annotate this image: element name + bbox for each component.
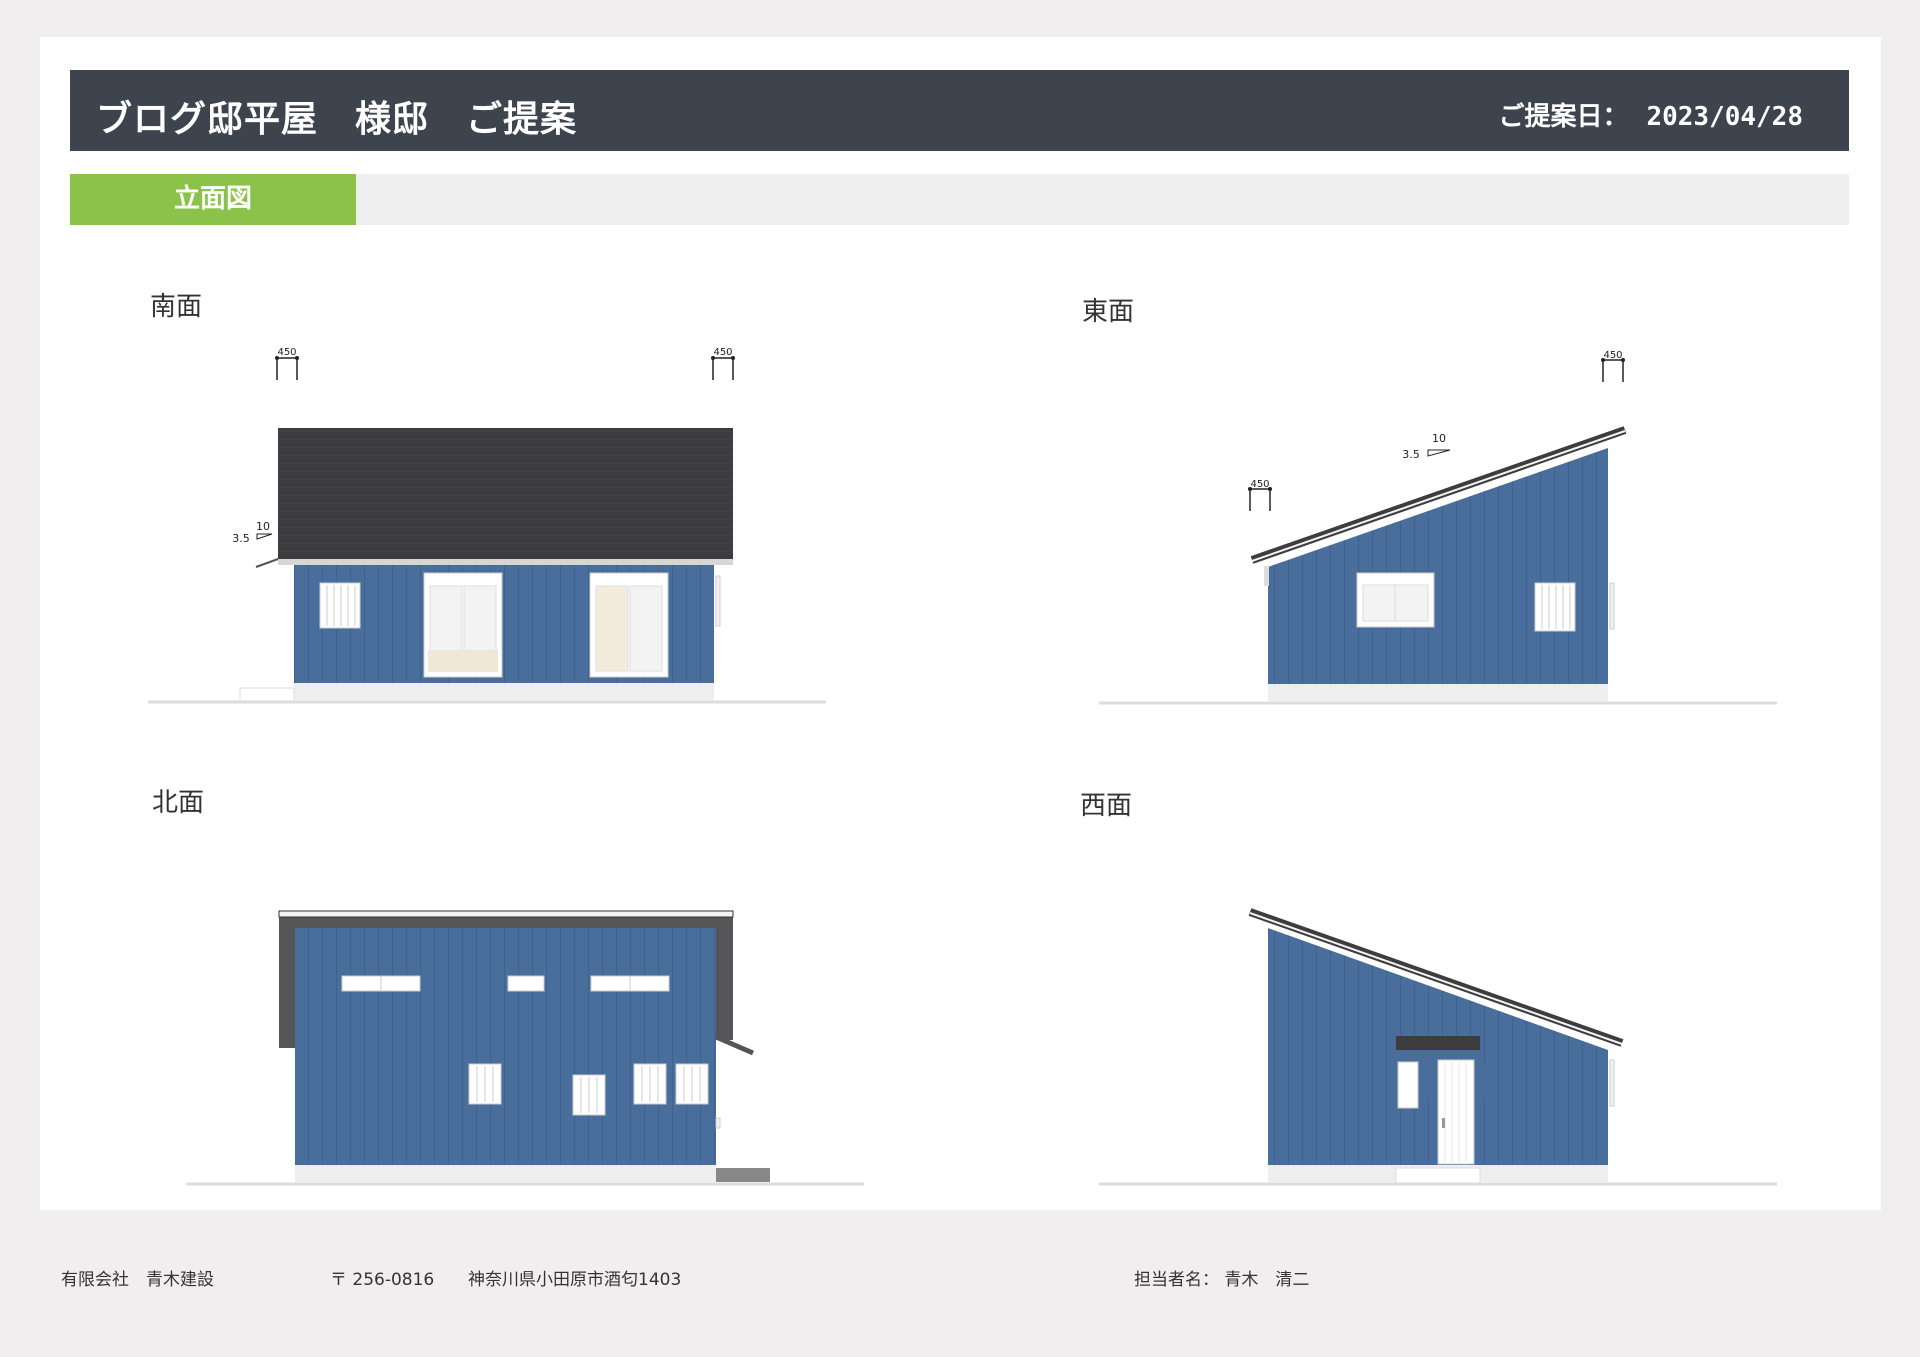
north-step	[716, 1168, 770, 1182]
south-step	[239, 687, 295, 702]
east-eave-fascia	[1264, 566, 1269, 586]
south-dim-right-text: 450	[713, 347, 732, 358]
east-wall	[1268, 448, 1608, 684]
north-fixture	[715, 1117, 721, 1129]
north-window-4	[675, 1063, 709, 1105]
north-eave	[715, 1034, 754, 1056]
east-window-large	[1356, 572, 1435, 628]
north-window-3	[633, 1063, 667, 1105]
south-pitch-rise: 3.5	[232, 532, 250, 545]
east-pitch-rise: 3.5	[1402, 448, 1420, 461]
south-window-small	[319, 582, 361, 629]
north-elevation	[186, 910, 864, 1186]
west-downpipe	[1609, 1059, 1615, 1107]
west-elevation	[1099, 908, 1777, 1186]
south-elevation: 450 450 10 3.5	[148, 347, 826, 704]
footer-postal: 〒 256-0816	[330, 1270, 435, 1290]
south-overhang-dim-left	[275, 356, 299, 380]
north-roof-edge	[278, 910, 734, 918]
east-overhang-dim-top	[1601, 358, 1625, 382]
footer-person: 担当者名： 青木 清二	[1134, 1265, 1309, 1290]
north-window-2	[572, 1074, 606, 1116]
north-transom-center	[507, 975, 545, 992]
south-eave-edge	[255, 558, 279, 568]
footer-person-label: 担当者名：	[1134, 1270, 1219, 1290]
west-entry-door	[1437, 1059, 1475, 1165]
west-window-small	[1397, 1061, 1419, 1109]
north-wall	[295, 928, 716, 1165]
north-window-1	[468, 1063, 502, 1105]
south-downpipe	[715, 575, 721, 627]
east-pitch-run: 10	[1432, 432, 1446, 445]
north-foundation	[295, 1165, 716, 1183]
east-downpipe	[1609, 582, 1615, 630]
north-transom-left	[341, 975, 421, 992]
footer-company: 有限会社 青木建設	[61, 1270, 214, 1290]
south-overhang-dim-right	[711, 356, 735, 380]
east-foundation	[1268, 684, 1608, 702]
east-dim-left-text: 450	[1250, 479, 1269, 490]
south-pitch-run: 10	[256, 520, 270, 533]
south-sliding-door-right	[589, 572, 669, 678]
footer-address: 神奈川県小田原市酒匂1403	[468, 1270, 682, 1290]
east-dim-top-text: 450	[1603, 350, 1622, 361]
south-foundation	[294, 683, 714, 701]
east-window-small	[1534, 582, 1576, 632]
west-entry-step	[1395, 1167, 1481, 1184]
south-sliding-door-left	[423, 572, 503, 678]
elevation-drawings: 450 450 10 3.5 450 450 10 3.5	[148, 347, 1777, 1186]
south-dim-left-text: 450	[277, 347, 296, 358]
west-entry-canopy	[1396, 1036, 1480, 1050]
north-transom-right	[590, 975, 670, 992]
south-fascia	[278, 559, 733, 565]
south-pitch-triangle	[256, 533, 273, 540]
footer-person-name: 青木 清二	[1224, 1270, 1310, 1290]
east-pitch-triangle	[1427, 449, 1451, 457]
south-roof	[278, 428, 733, 561]
east-elevation: 450 450 10 3.5	[1099, 350, 1777, 705]
east-overhang-dim-left	[1248, 487, 1272, 511]
